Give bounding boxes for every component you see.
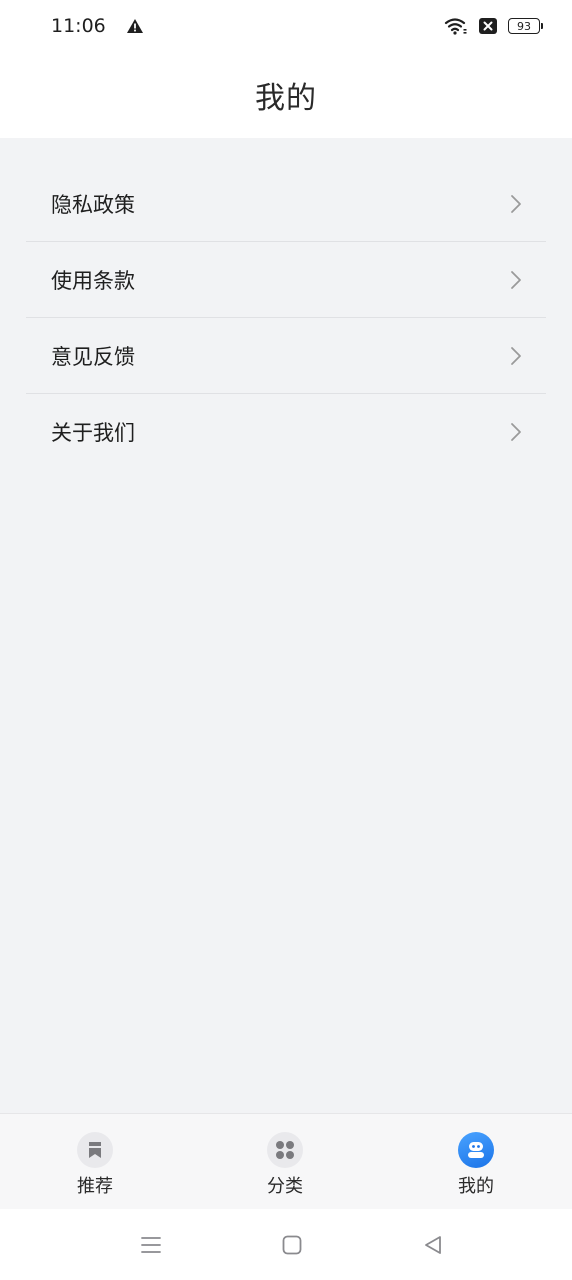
menu-item-label: 关于我们: [51, 421, 135, 445]
tab-mine[interactable]: 我的: [431, 1132, 521, 1198]
chevron-right-icon: [511, 194, 521, 213]
status-right: 93: [444, 17, 543, 35]
tab-label: 推荐: [77, 1176, 113, 1197]
chevron-right-icon: [511, 423, 521, 441]
tab-label: 分类: [267, 1176, 303, 1197]
status-left: 11:06: [51, 15, 144, 37]
menu-item-about-us[interactable]: 关于我们: [26, 394, 546, 470]
status-bar: 11:06 93: [0, 0, 572, 52]
robot-face-icon: [458, 1132, 494, 1168]
tab-category[interactable]: 分类: [240, 1132, 330, 1198]
menu-item-label: 意见反馈: [51, 344, 135, 369]
battery-level: 93: [517, 19, 531, 33]
menu-item-privacy-policy[interactable]: 隐私政策: [26, 166, 546, 242]
bookmark-icon: [77, 1132, 113, 1168]
home-square-icon[interactable]: [280, 1233, 304, 1257]
menu-icon[interactable]: [139, 1233, 163, 1257]
warning-icon: [126, 19, 143, 33]
menu-item-terms-of-use[interactable]: 使用条款: [26, 242, 546, 318]
settings-menu: 隐私政策 使用条款 意见反馈 关于我们: [26, 166, 546, 470]
wifi-icon: [444, 18, 467, 35]
status-time: 11:06: [51, 15, 106, 37]
chevron-right-icon: [511, 270, 521, 289]
menu-item-feedback[interactable]: 意见反馈: [26, 318, 546, 394]
menu-item-label: 使用条款: [51, 268, 135, 293]
page-title: 我的: [255, 81, 317, 116]
page-header: 我的: [0, 52, 572, 138]
screen: 11:06 93 我的 隐私政策 使用条款 意见反馈 关于我们 推荐 分类 我的: [0, 0, 572, 1280]
grid-icon: [267, 1132, 303, 1168]
back-triangle-icon[interactable]: [421, 1233, 445, 1257]
menu-item-label: 隐私政策: [51, 192, 135, 217]
bottom-tab-bar: 推荐 分类 我的: [0, 1113, 572, 1209]
system-nav-bar: [0, 1209, 572, 1280]
tab-label: 我的: [458, 1176, 494, 1197]
chevron-right-icon: [511, 346, 521, 365]
battery-indicator: 93: [508, 18, 543, 34]
tab-recommend[interactable]: 推荐: [50, 1132, 140, 1198]
sim-off-icon: [479, 18, 497, 34]
